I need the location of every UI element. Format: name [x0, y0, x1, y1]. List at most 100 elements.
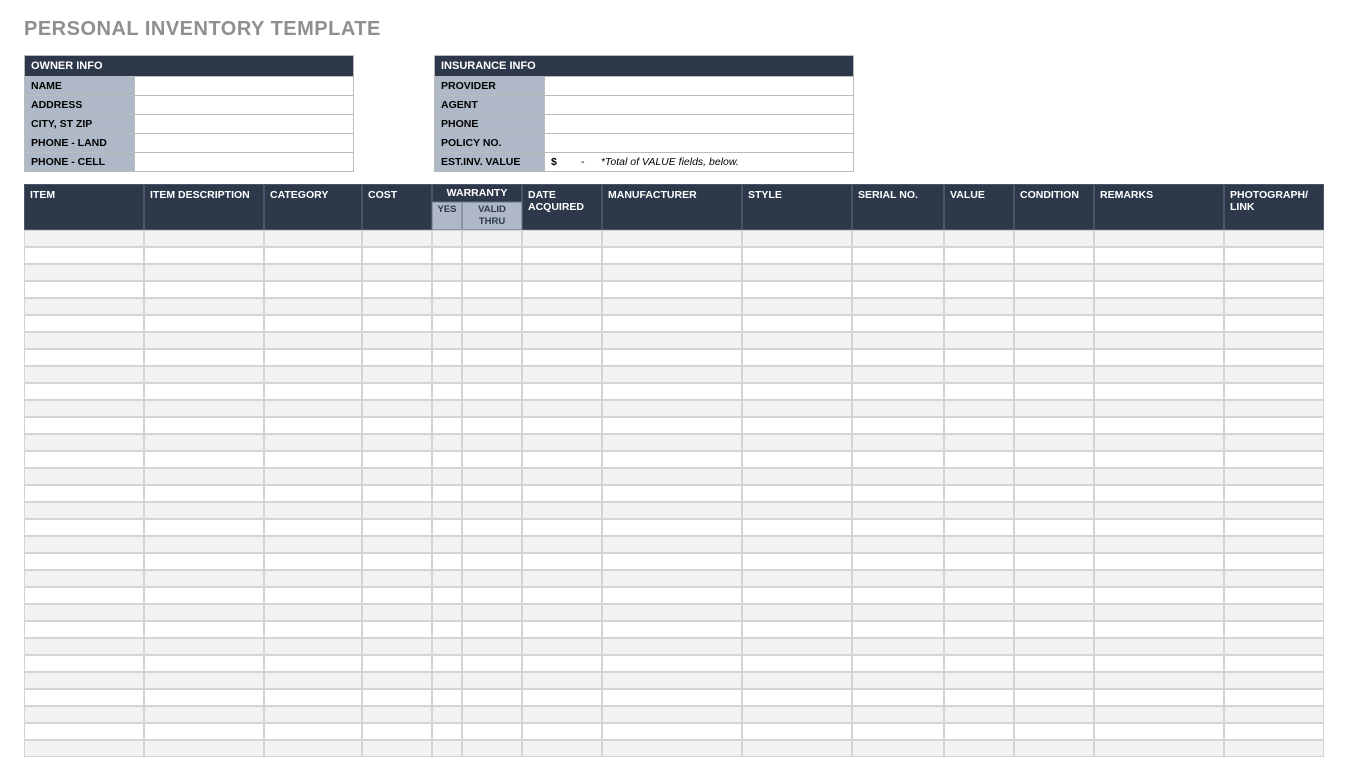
table-cell[interactable] — [24, 689, 144, 706]
table-cell[interactable] — [1224, 451, 1324, 468]
table-cell[interactable] — [462, 570, 522, 587]
table-cell[interactable] — [462, 723, 522, 740]
table-cell[interactable] — [462, 468, 522, 485]
table-cell[interactable] — [462, 281, 522, 298]
table-cell[interactable] — [362, 366, 432, 383]
table-cell[interactable] — [362, 536, 432, 553]
table-cell[interactable] — [362, 468, 432, 485]
table-cell[interactable] — [1014, 468, 1094, 485]
table-cell[interactable] — [462, 519, 522, 536]
table-cell[interactable] — [362, 383, 432, 400]
table-cell[interactable] — [602, 383, 742, 400]
table-cell[interactable] — [1014, 298, 1094, 315]
ins-estinv-value[interactable]: $ - *Total of VALUE fields, below. — [545, 153, 854, 172]
table-cell[interactable] — [24, 519, 144, 536]
table-cell[interactable] — [1014, 519, 1094, 536]
table-cell[interactable] — [24, 587, 144, 604]
table-cell[interactable] — [144, 570, 264, 587]
table-cell[interactable] — [602, 468, 742, 485]
table-cell[interactable] — [1224, 400, 1324, 417]
table-cell[interactable] — [362, 689, 432, 706]
table-cell[interactable] — [602, 349, 742, 366]
table-cell[interactable] — [24, 366, 144, 383]
table-cell[interactable] — [1014, 723, 1094, 740]
table-cell[interactable] — [362, 451, 432, 468]
table-cell[interactable] — [1014, 553, 1094, 570]
table-cell[interactable] — [1094, 349, 1224, 366]
table-cell[interactable] — [432, 706, 462, 723]
table-cell[interactable] — [432, 434, 462, 451]
table-cell[interactable] — [362, 672, 432, 689]
table-cell[interactable] — [432, 519, 462, 536]
table-cell[interactable] — [264, 502, 362, 519]
table-cell[interactable] — [742, 247, 852, 264]
ins-phone-value[interactable] — [545, 115, 854, 134]
table-cell[interactable] — [742, 604, 852, 621]
table-cell[interactable] — [852, 264, 944, 281]
table-cell[interactable] — [264, 587, 362, 604]
table-cell[interactable] — [432, 400, 462, 417]
table-cell[interactable] — [264, 315, 362, 332]
table-cell[interactable] — [432, 536, 462, 553]
table-cell[interactable] — [264, 740, 362, 757]
table-cell[interactable] — [24, 230, 144, 247]
table-cell[interactable] — [522, 604, 602, 621]
table-cell[interactable] — [432, 604, 462, 621]
table-cell[interactable] — [742, 366, 852, 383]
table-cell[interactable] — [742, 672, 852, 689]
table-cell[interactable] — [362, 400, 432, 417]
table-cell[interactable] — [852, 519, 944, 536]
table-cell[interactable] — [1094, 485, 1224, 502]
table-cell[interactable] — [1014, 655, 1094, 672]
table-cell[interactable] — [264, 451, 362, 468]
table-cell[interactable] — [362, 706, 432, 723]
table-cell[interactable] — [462, 553, 522, 570]
table-cell[interactable] — [742, 264, 852, 281]
table-cell[interactable] — [522, 230, 602, 247]
table-cell[interactable] — [944, 332, 1014, 349]
table-cell[interactable] — [944, 281, 1014, 298]
table-cell[interactable] — [264, 672, 362, 689]
table-cell[interactable] — [1014, 383, 1094, 400]
table-cell[interactable] — [852, 451, 944, 468]
table-cell[interactable] — [852, 230, 944, 247]
table-cell[interactable] — [602, 655, 742, 672]
table-cell[interactable] — [144, 689, 264, 706]
table-cell[interactable] — [1094, 298, 1224, 315]
table-cell[interactable] — [522, 740, 602, 757]
table-cell[interactable] — [1224, 689, 1324, 706]
table-cell[interactable] — [852, 315, 944, 332]
table-cell[interactable] — [1224, 604, 1324, 621]
table-cell[interactable] — [24, 383, 144, 400]
table-cell[interactable] — [1094, 672, 1224, 689]
table-cell[interactable] — [1094, 400, 1224, 417]
table-cell[interactable] — [742, 638, 852, 655]
table-cell[interactable] — [264, 349, 362, 366]
table-cell[interactable] — [144, 349, 264, 366]
table-cell[interactable] — [602, 298, 742, 315]
table-cell[interactable] — [1224, 434, 1324, 451]
table-cell[interactable] — [944, 230, 1014, 247]
table-cell[interactable] — [602, 570, 742, 587]
table-cell[interactable] — [432, 247, 462, 264]
table-cell[interactable] — [432, 315, 462, 332]
table-cell[interactable] — [1094, 638, 1224, 655]
table-cell[interactable] — [264, 230, 362, 247]
table-cell[interactable] — [264, 689, 362, 706]
table-cell[interactable] — [1224, 332, 1324, 349]
table-cell[interactable] — [1094, 417, 1224, 434]
table-cell[interactable] — [362, 298, 432, 315]
table-cell[interactable] — [944, 604, 1014, 621]
table-cell[interactable] — [432, 723, 462, 740]
table-cell[interactable] — [852, 383, 944, 400]
table-cell[interactable] — [944, 621, 1014, 638]
table-cell[interactable] — [462, 434, 522, 451]
table-cell[interactable] — [144, 740, 264, 757]
table-cell[interactable] — [742, 315, 852, 332]
table-cell[interactable] — [742, 706, 852, 723]
table-cell[interactable] — [362, 281, 432, 298]
table-cell[interactable] — [1224, 553, 1324, 570]
table-cell[interactable] — [432, 264, 462, 281]
table-cell[interactable] — [1224, 349, 1324, 366]
table-cell[interactable] — [944, 519, 1014, 536]
